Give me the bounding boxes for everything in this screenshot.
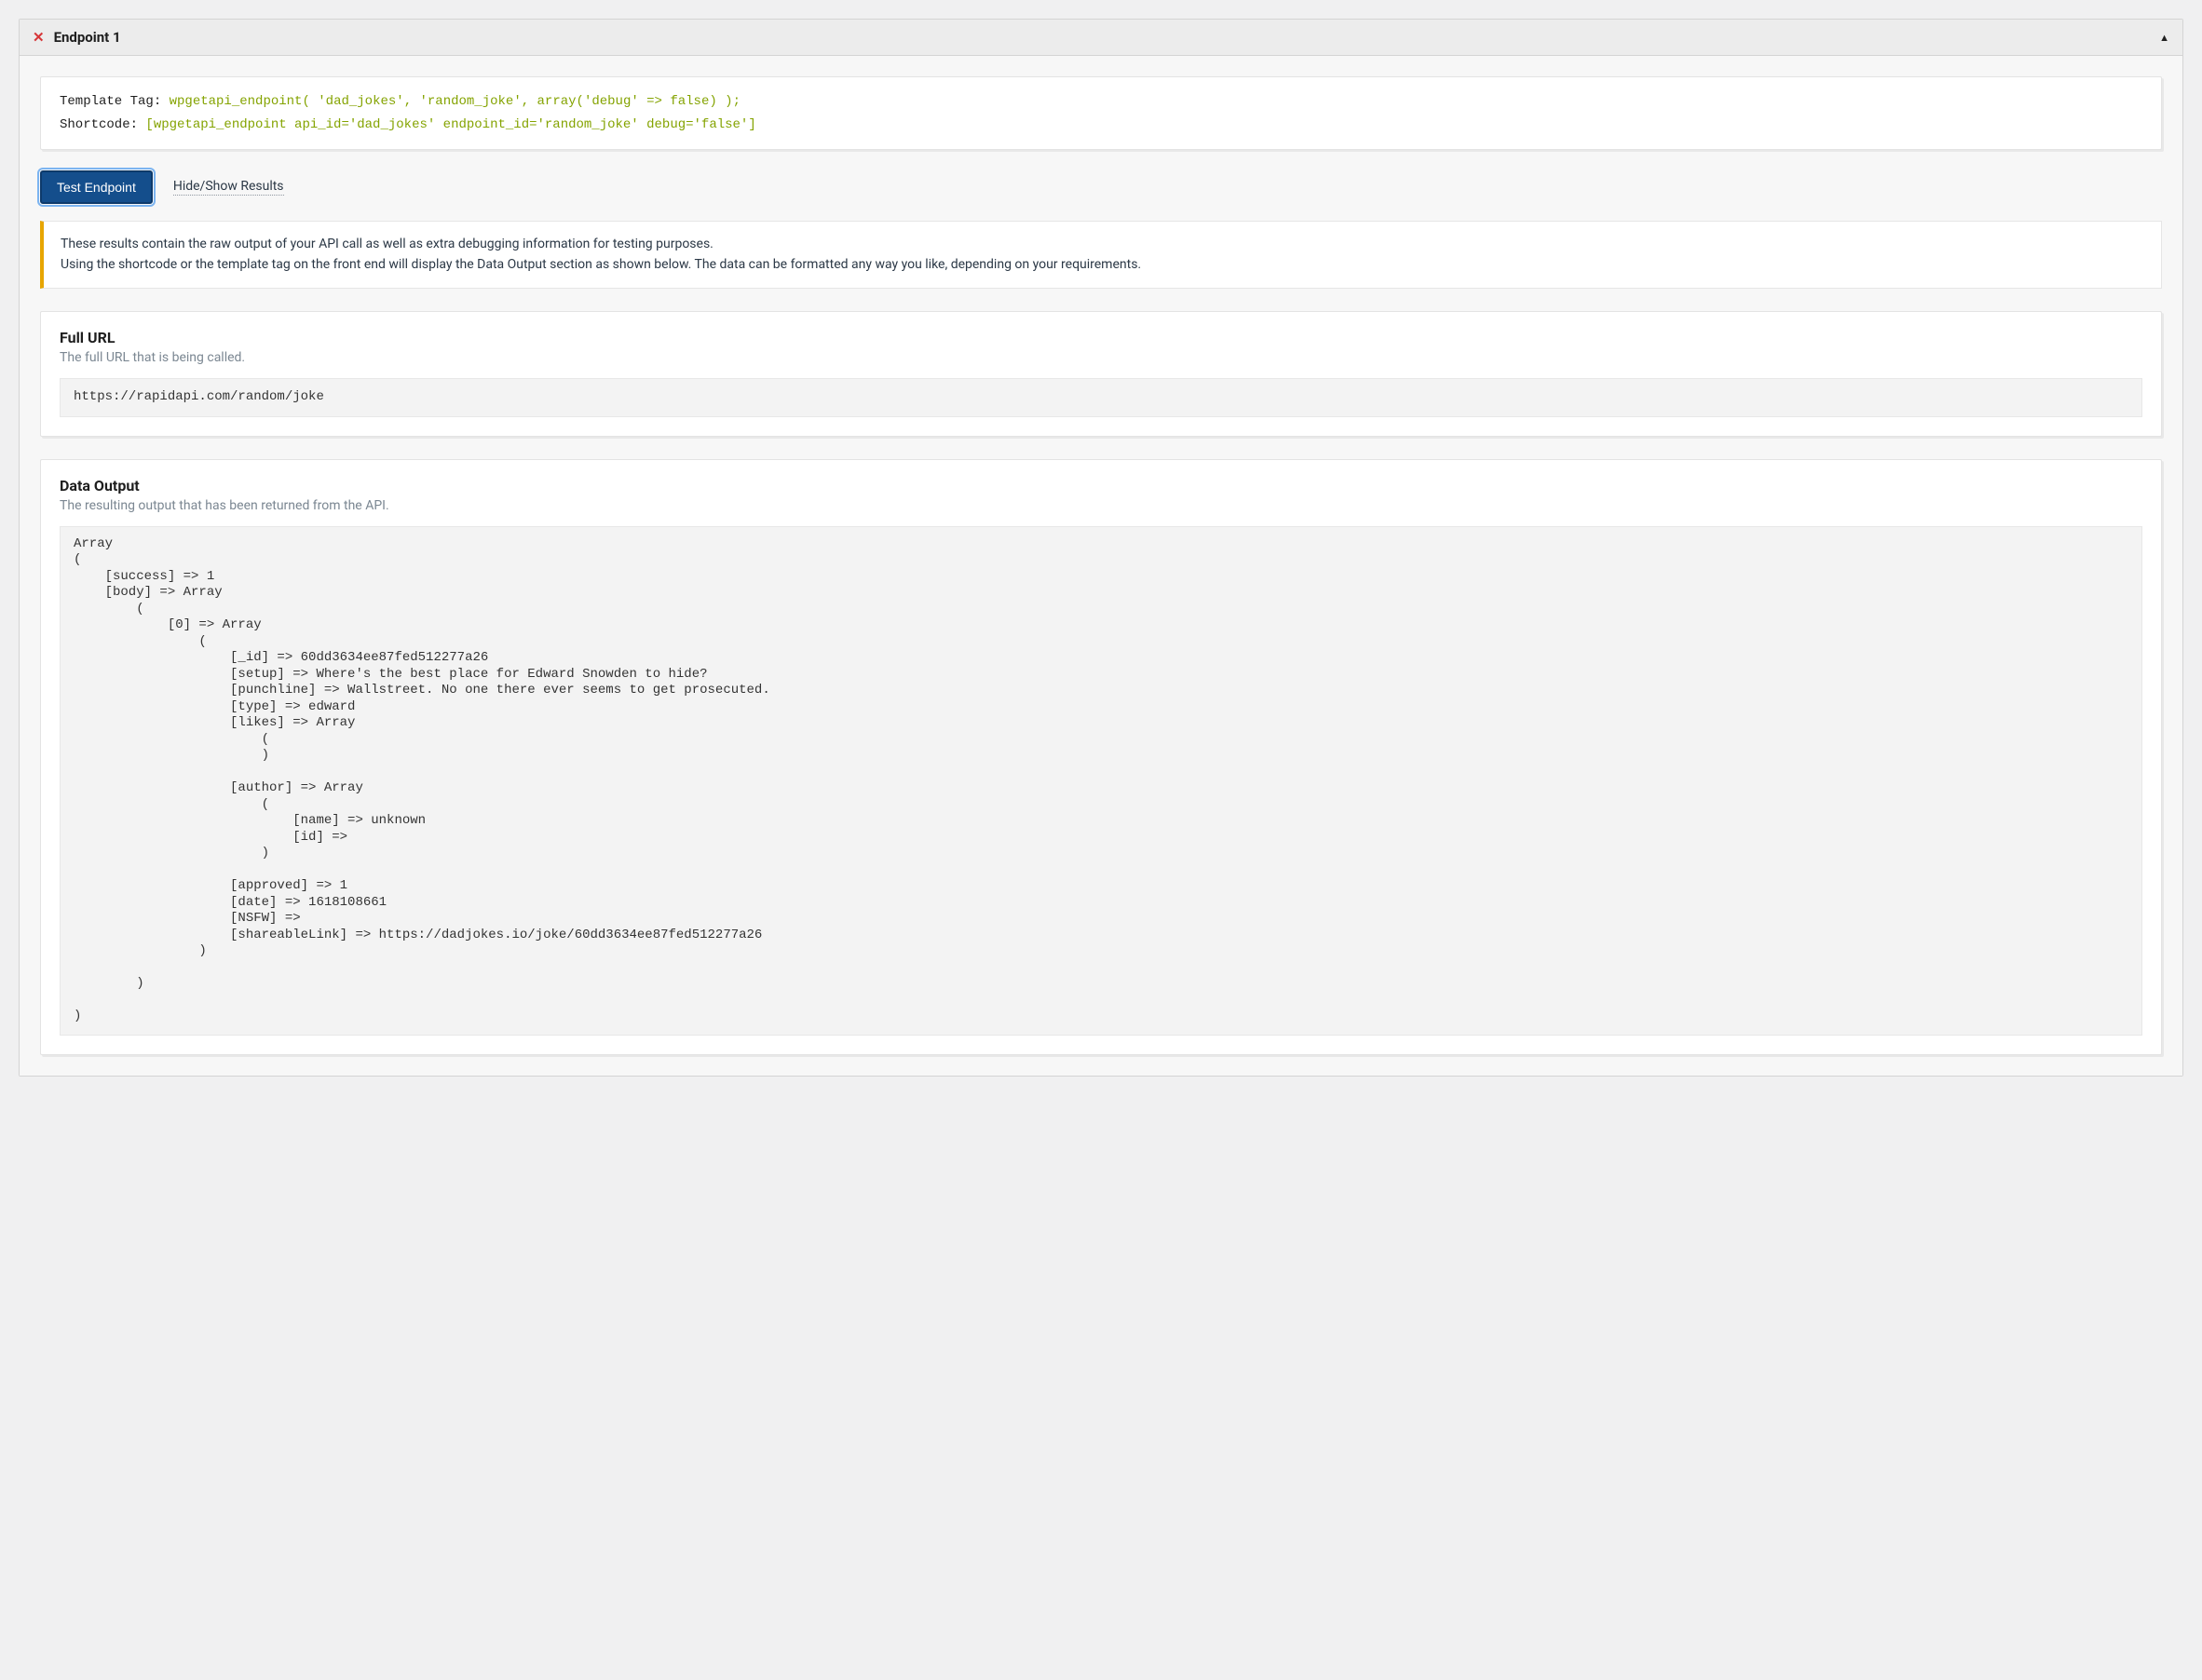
shortcode-value: [wpgetapi_endpoint api_id='dad_jokes' en…: [145, 117, 755, 132]
notice-line-1: These results contain the raw output of …: [61, 235, 2144, 255]
collapse-icon[interactable]: ▲: [2159, 32, 2169, 44]
template-arg2: 'random_joke': [420, 94, 522, 109]
full-url-sub: The full URL that is being called.: [60, 350, 2142, 365]
notice-line-2: Using the shortcode or the template tag …: [61, 255, 2144, 276]
endpoint-panel: ✕ Endpoint 1 ▲ Template Tag: wpgetapi_en…: [19, 19, 2183, 1077]
template-arg1: 'dad_jokes': [318, 94, 403, 109]
template-arg3: 'debug': [584, 94, 639, 109]
close-icon[interactable]: ✕: [33, 29, 45, 46]
template-sep1: ,: [404, 94, 420, 109]
data-output-heading: Data Output: [60, 477, 2142, 495]
actions-row: Test Endpoint Hide/Show Results: [40, 170, 2162, 204]
test-endpoint-button[interactable]: Test Endpoint: [40, 170, 153, 204]
panel-header-left: ✕ Endpoint 1: [33, 29, 121, 46]
shortcode-line: Shortcode: [wpgetapi_endpoint api_id='da…: [60, 114, 2142, 137]
shortcode-label: Shortcode:: [60, 117, 145, 132]
panel-title: Endpoint 1: [54, 29, 121, 46]
template-tag-label: Template Tag:: [60, 94, 170, 109]
endpoint-panel-header[interactable]: ✕ Endpoint 1 ▲: [20, 20, 2182, 56]
results-notice: These results contain the raw output of …: [40, 221, 2162, 289]
data-output-value: Array ( [success] => 1 [body] => Array (…: [60, 526, 2142, 1036]
full-url-value: https://rapidapi.com/random/joke: [60, 378, 2142, 417]
template-fn: wpgetapi_endpoint(: [170, 94, 319, 109]
data-output-card: Data Output The resulting output that ha…: [40, 459, 2162, 1055]
code-snippet-box: Template Tag: wpgetapi_endpoint( 'dad_jo…: [40, 76, 2162, 150]
template-tag-line: Template Tag: wpgetapi_endpoint( 'dad_jo…: [60, 90, 2142, 114]
template-sep3: => false) );: [639, 94, 741, 109]
data-output-sub: The resulting output that has been retur…: [60, 498, 2142, 513]
full-url-heading: Full URL: [60, 329, 2142, 346]
full-url-card: Full URL The full URL that is being call…: [40, 311, 2162, 437]
template-sep2: , array(: [522, 94, 584, 109]
toggle-results-link[interactable]: Hide/Show Results: [173, 179, 284, 196]
panel-body: Template Tag: wpgetapi_endpoint( 'dad_jo…: [20, 56, 2182, 1076]
